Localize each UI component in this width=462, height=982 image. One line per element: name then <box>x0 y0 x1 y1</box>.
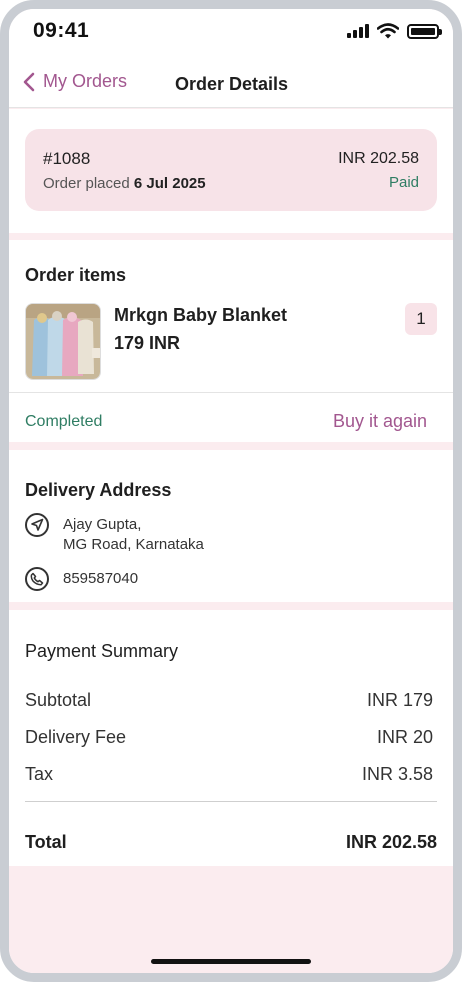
product-thumbnail[interactable] <box>25 303 101 380</box>
divider <box>25 801 437 802</box>
order-number: #1088 <box>43 149 91 168</box>
address-text: Ajay Gupta, MG Road, Karnataka <box>63 513 204 555</box>
status-bar: 09:41 <box>9 9 453 59</box>
delivery-fee-value: INR 20 <box>376 727 433 747</box>
divider <box>9 392 453 393</box>
status-time: 09:41 <box>33 19 90 42</box>
cellular-signal-icon <box>347 24 369 38</box>
baby-blanket-image <box>26 304 100 379</box>
address-row: Ajay Gupta, MG Road, Karnataka <box>25 513 204 555</box>
order-items-section: Order items Mrkgn Baby Blanket 179 INR 1… <box>9 240 453 442</box>
subtotal-label: Subtotal <box>25 690 92 710</box>
delivery-address-title: Delivery Address <box>25 480 172 500</box>
delivery-address-section: Delivery Address Ajay Gupta, MG Road, Ka… <box>9 450 453 602</box>
page-title: Order Details <box>175 74 289 94</box>
battery-icon <box>407 23 442 39</box>
address-line-1: Ajay Gupta, <box>63 516 142 533</box>
delivery-fee-row: Delivery Fee INR 20 <box>25 727 433 748</box>
delivery-fee-label: Delivery Fee <box>25 727 127 747</box>
tax-value: INR 3.58 <box>361 764 433 784</box>
total-label: Total <box>25 832 67 852</box>
home-indicator[interactable] <box>151 959 311 964</box>
wifi-icon <box>377 23 399 39</box>
chevron-left-icon <box>23 72 35 91</box>
address-line-2: MG Road, Karnataka <box>63 536 204 553</box>
tax-row: Tax INR 3.58 <box>25 764 433 785</box>
total-value: INR 202.58 <box>345 832 437 852</box>
product-price: 179 INR <box>114 333 181 353</box>
order-items-title: Order items <box>25 265 127 285</box>
nav-header: My Orders Order Details <box>9 59 453 108</box>
tax-label: Tax <box>25 764 54 784</box>
phone-row: 859587040 <box>25 567 138 591</box>
payment-status-badge: Paid <box>388 174 419 191</box>
total-row: Total INR 202.58 <box>25 832 437 853</box>
back-button[interactable]: My Orders <box>23 71 127 92</box>
product-name[interactable]: Mrkgn Baby Blanket <box>114 305 287 326</box>
order-total: INR 202.58 <box>338 150 419 167</box>
status-icons <box>347 23 442 39</box>
back-label: My Orders <box>43 71 128 91</box>
quantity-badge: 1 <box>405 303 437 335</box>
order-summary-card: #1088 INR 202.58 Order placed 6 Jul 2025… <box>25 129 437 211</box>
order-status-label: Completed <box>25 413 103 430</box>
phone-frame: 09:41 My Orders Order Details #1088 INR … <box>0 0 462 982</box>
phone-number[interactable]: 859587040 <box>63 567 138 587</box>
order-summary-section: #1088 INR 202.58 Order placed 6 Jul 2025… <box>9 109 453 233</box>
navigation-arrow-icon <box>25 513 49 537</box>
subtotal-value: INR 179 <box>366 690 433 710</box>
order-placed-label: Order placed <box>43 175 130 192</box>
buy-again-button[interactable]: Buy it again <box>333 411 427 432</box>
order-placed-date: 6 Jul 2025 <box>133 175 206 192</box>
subtotal-row: Subtotal INR 179 <box>25 690 433 711</box>
payment-summary-title: Payment Summary <box>25 641 179 661</box>
order-placed-info: Order placed 6 Jul 2025 <box>43 175 206 192</box>
screen: 09:41 My Orders Order Details #1088 INR … <box>9 9 453 973</box>
phone-icon <box>25 567 49 591</box>
payment-summary-section: Payment Summary Subtotal INR 179 Deliver… <box>9 610 453 866</box>
